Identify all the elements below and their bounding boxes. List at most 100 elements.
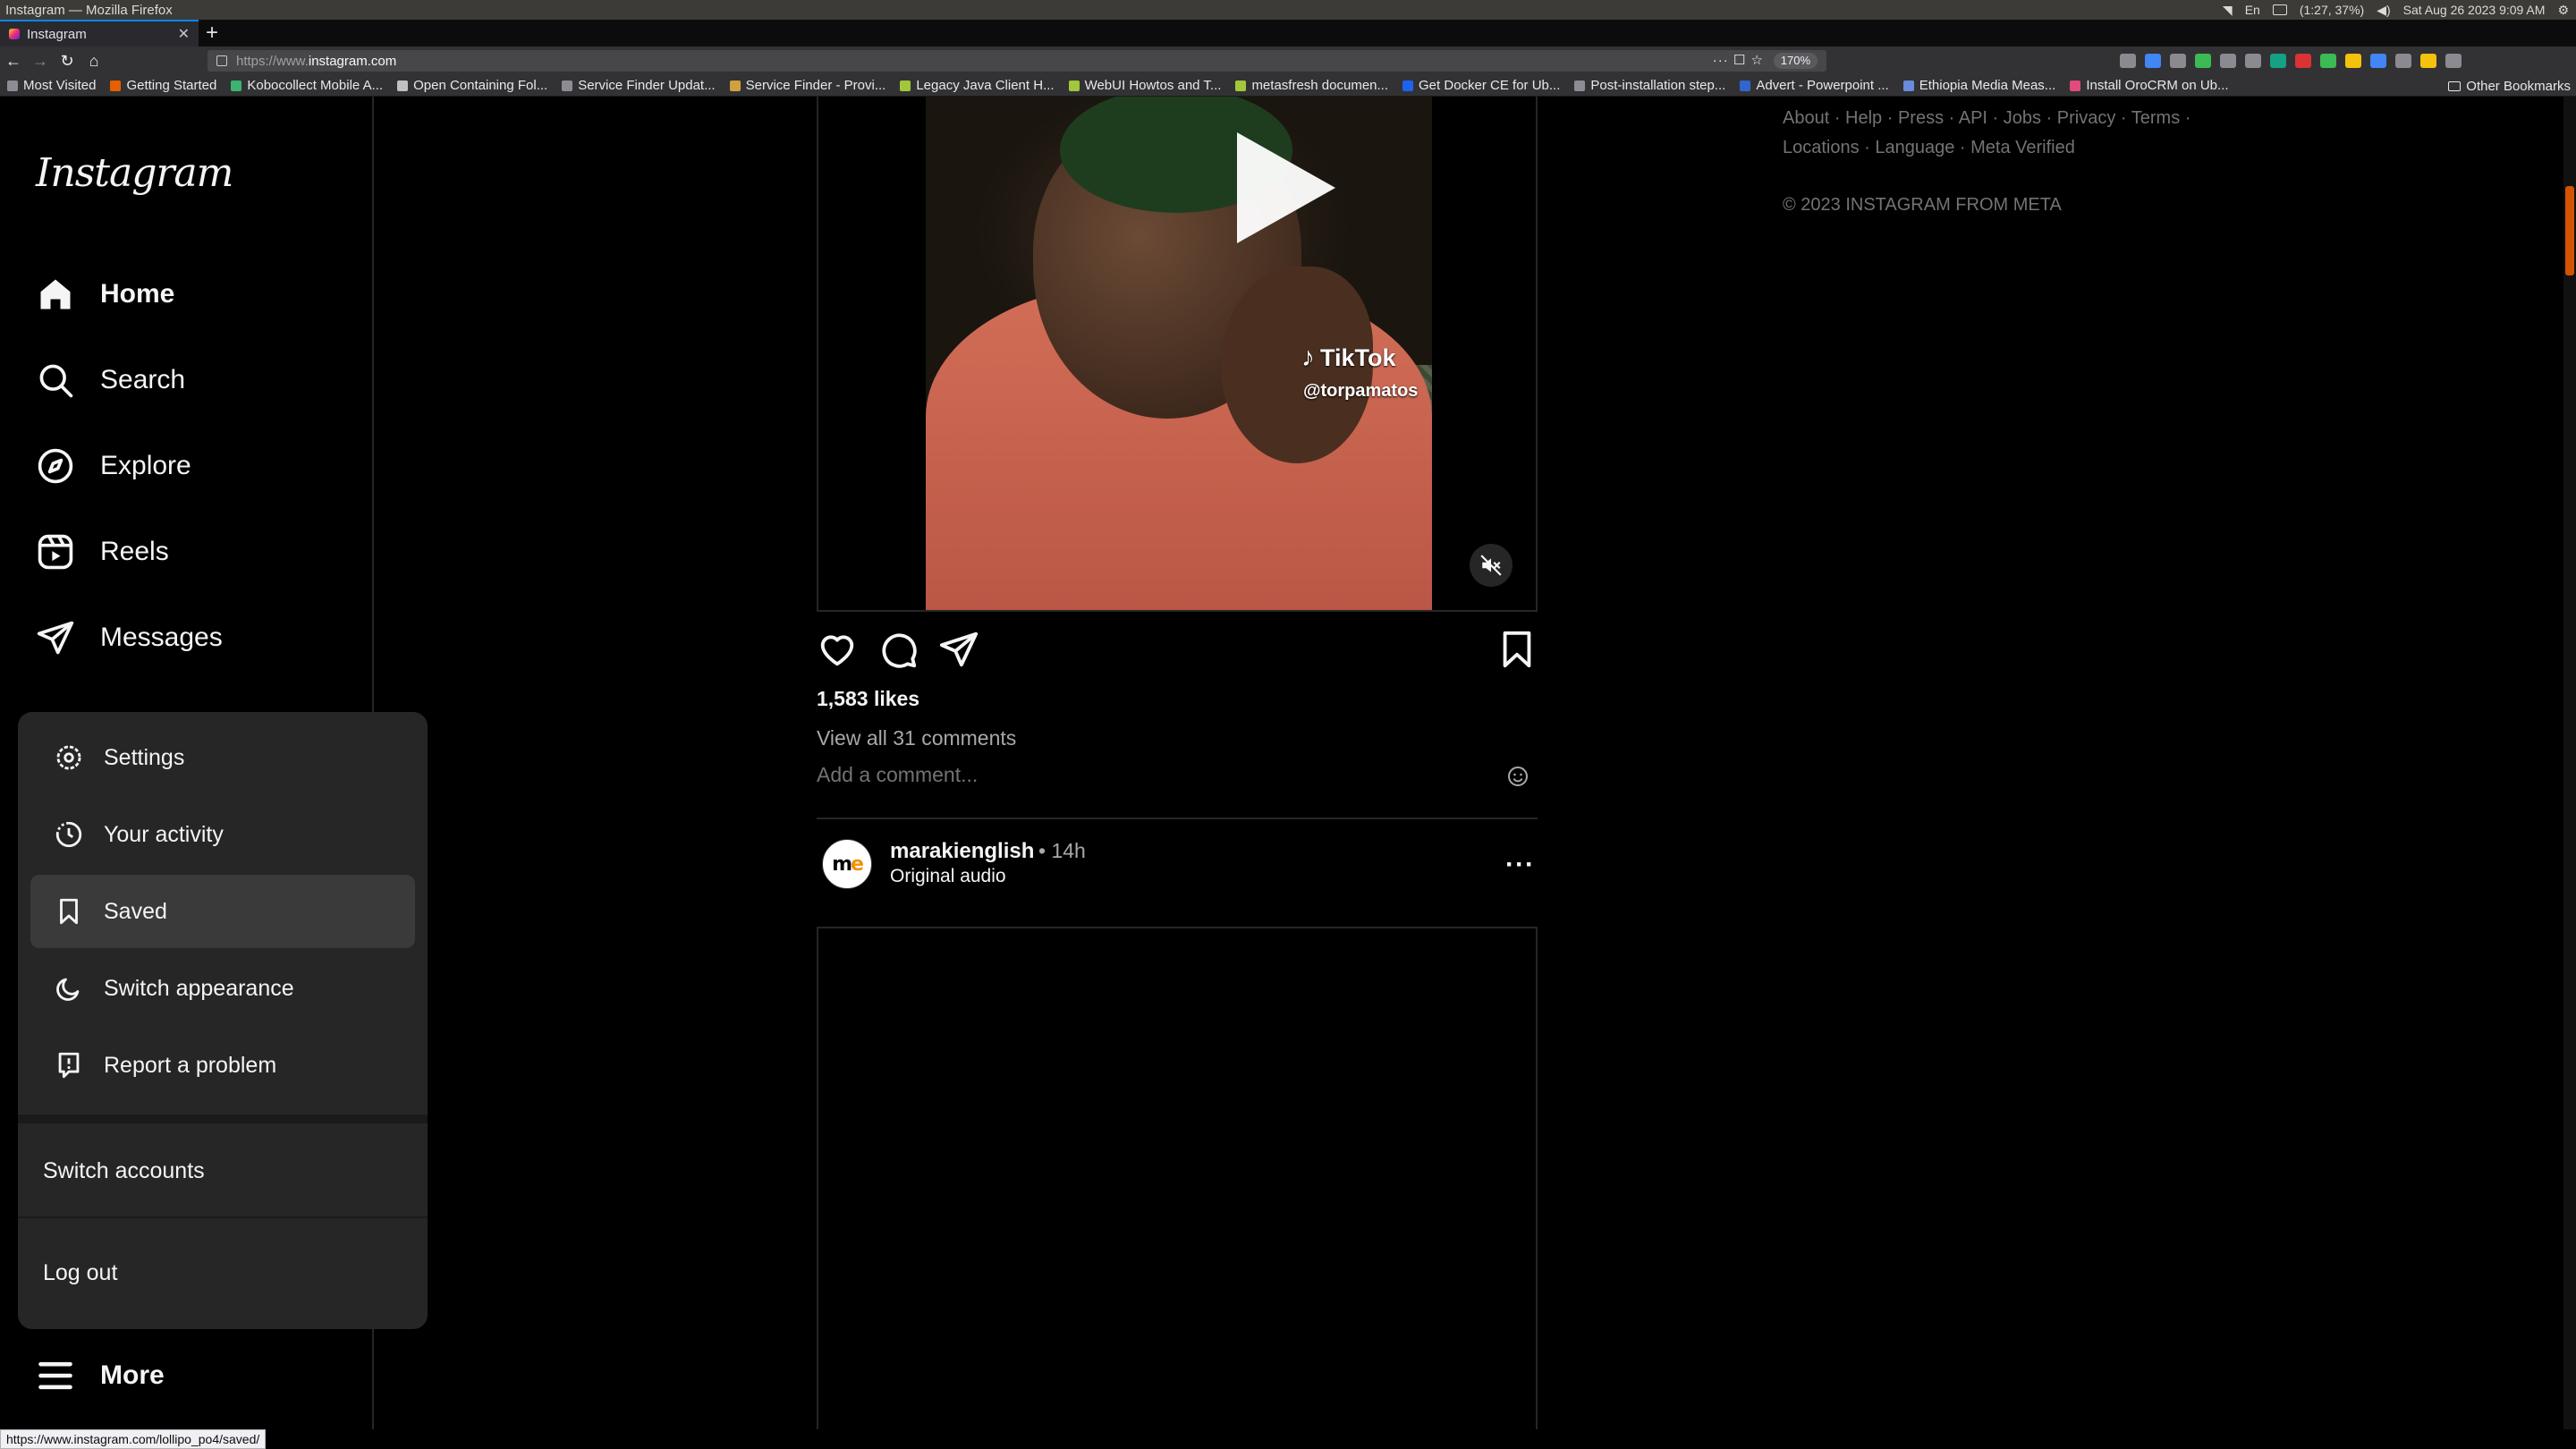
menu-item-label: Switch accounts — [43, 1157, 205, 1183]
menu-item-saved[interactable]: Saved — [30, 875, 415, 948]
keyboard-layout-indicator[interactable]: En — [2245, 3, 2260, 17]
extension-icon[interactable] — [2195, 54, 2211, 68]
browser-tab-bar: Instagram ✕ + — [0, 20, 2576, 47]
bookmark-icon — [729, 80, 741, 91]
sidebar-item-explore[interactable]: Explore — [36, 441, 358, 491]
sidebar-item-label: Reels — [100, 537, 169, 566]
footer-links[interactable]: About · Help · Press · API · Jobs · Priv… — [1783, 104, 2319, 133]
clock[interactable]: Sat Aug 26 2023 9:09 AM — [2403, 3, 2546, 17]
zoom-level-badge[interactable]: 170% — [1773, 53, 1818, 69]
scrollbar[interactable] — [2563, 97, 2576, 1429]
wifi-icon[interactable]: ◥ — [2223, 3, 2233, 18]
bookmark-item[interactable]: Kobocollect Mobile A... — [224, 78, 390, 93]
view-comments-link[interactable]: View all 31 comments — [817, 726, 1016, 750]
hamburger-menu-icon[interactable] — [2445, 54, 2462, 68]
post-timestamp[interactable]: • 14h — [1038, 839, 1086, 863]
page-actions-icon[interactable]: ··· ☐ ☆ — [1713, 50, 1764, 72]
mute-button[interactable] — [1470, 544, 1513, 587]
instagram-page: Instagram Home Search Explore Reels Mess… — [0, 97, 2576, 1429]
lock-icon[interactable] — [216, 55, 227, 66]
feed: ♪ TikTok @torpamatos 1,583 likes View al… — [817, 97, 1538, 1429]
tab-instagram[interactable]: Instagram ✕ — [0, 20, 199, 47]
bookmark-item[interactable]: Install OroCRM on Ub... — [2063, 78, 2235, 93]
menu-item-settings[interactable]: Settings — [30, 721, 415, 794]
instagram-logo[interactable]: Instagram — [36, 150, 233, 196]
share-icon[interactable] — [938, 629, 979, 670]
save-bookmark-icon[interactable] — [1496, 629, 1538, 670]
address-bar[interactable]: https://www.instagram.com ··· ☐ ☆ 170% — [208, 50, 1826, 72]
extension-icon[interactable] — [2370, 54, 2386, 68]
bookmark-icon — [60, 898, 78, 925]
menu-item-label: Settings — [104, 744, 185, 770]
post-audio-label[interactable]: Original audio — [890, 866, 1006, 887]
menu-item-switch-appearance[interactable]: Switch appearance — [30, 952, 415, 1025]
bookmark-item[interactable]: Most Visited — [0, 78, 103, 93]
extension-icon[interactable] — [2120, 54, 2136, 68]
comment-icon[interactable] — [877, 629, 919, 670]
paper-plane-icon — [37, 621, 74, 655]
post-media[interactable] — [817, 927, 1538, 1429]
extension-icon[interactable] — [2320, 54, 2336, 68]
bookmark-item[interactable]: Getting Started — [103, 78, 224, 93]
sidebar-item-more[interactable]: More — [36, 1351, 358, 1401]
post-username[interactable]: marakienglish — [890, 839, 1034, 864]
footer-links[interactable]: Locations · Language · Meta Verified — [1783, 133, 2319, 163]
bookmark-label: metasfresh documen... — [1251, 78, 1389, 93]
sidebar-item-search[interactable]: Search — [36, 355, 358, 405]
bookmark-item[interactable]: Service Finder Updat... — [555, 78, 722, 93]
mail-icon[interactable] — [2272, 4, 2287, 15]
sidebar-item-messages[interactable]: Messages — [36, 613, 358, 663]
tab-title: Instagram — [27, 26, 87, 42]
menu-item-report-problem[interactable]: Report a problem — [30, 1029, 415, 1102]
avatar[interactable]: me — [822, 839, 872, 889]
emoji-icon[interactable] — [1507, 766, 1529, 787]
extension-icon[interactable] — [2145, 54, 2161, 68]
extension-icon[interactable] — [2345, 54, 2361, 68]
more-options-icon[interactable]: ··· — [1505, 850, 1535, 880]
battery-indicator[interactable]: (1:27, 37%) — [2300, 3, 2364, 17]
extension-icon[interactable] — [2295, 54, 2311, 68]
search-icon — [39, 364, 73, 398]
scrollbar-thumb[interactable] — [2565, 186, 2574, 275]
post-video[interactable]: ♪ TikTok @torpamatos — [817, 97, 1538, 612]
new-tab-button[interactable]: + — [199, 20, 225, 47]
menu-item-switch-accounts[interactable]: Switch accounts — [18, 1134, 428, 1208]
bookmark-item[interactable]: Service Finder - Provi... — [723, 78, 894, 93]
play-icon[interactable] — [1237, 132, 1335, 243]
account-icon[interactable] — [2270, 54, 2286, 68]
gear-icon[interactable]: ⚙ — [2557, 3, 2569, 18]
forward-button[interactable]: → — [27, 47, 54, 74]
bookmark-item[interactable]: Post-installation step... — [1567, 78, 1733, 93]
reload-button[interactable]: ↻ — [54, 47, 80, 74]
extension-icon[interactable] — [2420, 54, 2436, 68]
close-tab-icon[interactable]: ✕ — [178, 25, 190, 43]
bookmark-item[interactable]: Ethiopia Media Meas... — [1896, 78, 2063, 93]
back-button[interactable]: ← — [0, 47, 27, 74]
menu-divider — [18, 1216, 428, 1218]
bookmark-item[interactable]: Open Containing Fol... — [390, 78, 555, 93]
library-icon[interactable] — [2220, 54, 2236, 68]
menu-item-log-out[interactable]: Log out — [18, 1236, 428, 1309]
home-button[interactable]: ⌂ — [80, 47, 107, 74]
sidebar-item-label: Search — [100, 365, 186, 394]
sidebar-item-reels[interactable]: Reels — [36, 527, 358, 577]
bookmark-item[interactable]: WebUI Howtos and T... — [1062, 78, 1229, 93]
extension-icon[interactable] — [2170, 54, 2186, 68]
menu-item-your-activity[interactable]: Your activity — [30, 798, 415, 871]
bookmark-icon — [231, 80, 242, 91]
bookmark-item[interactable]: metasfresh documen... — [1228, 78, 1395, 93]
system-tray: ◥ En (1:27, 37%) ◀) Sat Aug 26 2023 9:09… — [2223, 0, 2569, 20]
sidebar-item-home[interactable]: Home — [36, 269, 358, 319]
bookmark-item[interactable]: Advert - Powerpoint ... — [1733, 78, 1895, 93]
url-host: instagram.com — [308, 53, 397, 69]
bookmark-item[interactable]: Legacy Java Client H... — [893, 78, 1061, 93]
like-heart-icon[interactable] — [817, 629, 858, 670]
tiktok-watermark: ♪ TikTok — [1301, 343, 1396, 373]
volume-icon[interactable]: ◀) — [2377, 3, 2390, 18]
likes-count[interactable]: 1,583 likes — [817, 687, 919, 711]
sidebar-icon[interactable] — [2245, 54, 2261, 68]
bookmark-item[interactable]: Get Docker CE for Ub... — [1395, 78, 1567, 93]
other-bookmarks[interactable]: Other Bookmarks — [2448, 75, 2571, 97]
comment-input[interactable]: Add a comment... — [817, 763, 978, 787]
extension-icon[interactable] — [2395, 54, 2411, 68]
